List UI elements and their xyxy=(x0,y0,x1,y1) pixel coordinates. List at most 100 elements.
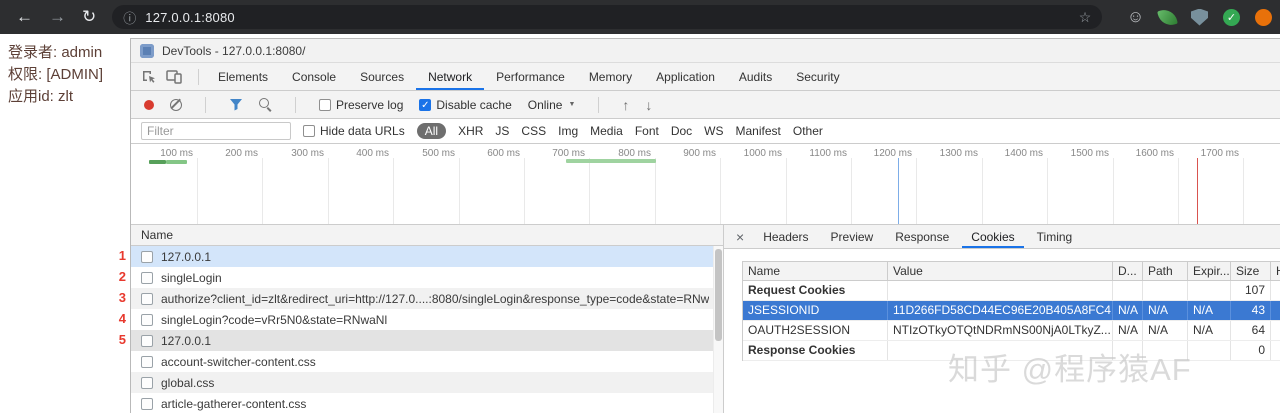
timeline-gridline xyxy=(720,158,721,224)
preserve-log-checkbox[interactable]: Preserve log xyxy=(319,98,403,112)
filter-pill-doc[interactable]: Doc xyxy=(671,124,692,138)
divider xyxy=(295,96,296,113)
filter-pill-media[interactable]: Media xyxy=(590,124,623,138)
inspect-element-icon[interactable] xyxy=(141,63,157,90)
reload-icon[interactable]: ↻ xyxy=(82,7,96,27)
network-filter-bar: Hide data URLs All XHR JS CSS Img Media … xyxy=(131,119,1280,144)
checkbox-unchecked[interactable] xyxy=(319,98,331,111)
checkbox-checked[interactable]: ✓ xyxy=(419,98,432,111)
timeline-gridline xyxy=(851,158,852,224)
devtools-window-title: DevTools - 127.0.0.1:8080/ xyxy=(162,43,306,58)
col-path[interactable]: Path xyxy=(1143,262,1188,280)
timeline-gridline xyxy=(393,158,394,224)
extension-check-icon[interactable]: ✓ xyxy=(1223,8,1240,26)
record-button[interactable] xyxy=(144,99,154,110)
login-user-text: 登录者: admin xyxy=(8,44,103,61)
request-row-7[interactable]: global.css xyxy=(131,372,723,393)
devtools-tabbar: Elements Console Sources Network Perform… xyxy=(131,63,1280,91)
request-cookies-group-row[interactable]: Request Cookies 107 xyxy=(743,281,1280,301)
filter-pill-ws[interactable]: WS xyxy=(704,124,723,138)
cookie-expires: N/A xyxy=(1188,301,1231,320)
tab-elements[interactable]: Elements xyxy=(206,63,280,90)
tab-application[interactable]: Application xyxy=(644,63,727,90)
filter-pill-font[interactable]: Font xyxy=(635,124,659,138)
address-bar[interactable]: ⓘ 127.0.0.1:8080 ☆ xyxy=(112,5,1103,29)
cookie-row-oauth2session[interactable]: OAUTH2SESSION NTIzOTkyOTQtNDRmNS00NjA0LT… xyxy=(743,321,1280,341)
url-text[interactable]: 127.0.0.1:8080 xyxy=(145,10,235,25)
tab-memory[interactable]: Memory xyxy=(577,63,644,90)
extension-leaf-icon[interactable] xyxy=(1157,6,1178,28)
tab-cookies[interactable]: Cookies xyxy=(962,225,1023,248)
col-size[interactable]: Size xyxy=(1231,262,1271,280)
tab-headers[interactable]: Headers xyxy=(754,225,817,248)
filter-input[interactable] xyxy=(141,122,291,140)
filter-pill-all[interactable]: All xyxy=(416,123,447,139)
disable-cache-checkbox[interactable]: ✓ Disable cache xyxy=(419,98,512,112)
back-icon[interactable]: ← xyxy=(16,7,33,27)
throttling-dropdown[interactable]: Online ▼ xyxy=(528,98,576,112)
request-name: 127.0.0.1 xyxy=(161,333,212,348)
cookie-expires: N/A xyxy=(1188,321,1231,340)
cookie-name: OAUTH2SESSION xyxy=(743,321,888,340)
import-har-icon[interactable]: ↑ xyxy=(622,97,629,113)
col-http[interactable]: H xyxy=(1271,262,1280,280)
tab-network[interactable]: Network xyxy=(416,63,484,90)
request-row-5[interactable]: 127.0.0.1 xyxy=(131,330,723,351)
timeline-gridline xyxy=(459,158,460,224)
name-column-label: Name xyxy=(141,228,174,242)
request-row-3[interactable]: authorize?client_id=zlt&redirect_uri=htt… xyxy=(131,288,723,309)
timeline-label: 600 ms xyxy=(487,148,520,159)
export-har-icon[interactable]: ↓ xyxy=(645,97,652,113)
filter-pill-js[interactable]: JS xyxy=(495,124,509,138)
tab-audits[interactable]: Audits xyxy=(727,63,784,90)
tab-console[interactable]: Console xyxy=(280,63,348,90)
network-overview-timeline[interactable]: 100 ms 200 ms 300 ms 400 ms 500 ms 600 m… xyxy=(131,144,1280,225)
tab-response[interactable]: Response xyxy=(886,225,958,248)
devtools-titlebar[interactable]: DevTools - 127.0.0.1:8080/ xyxy=(131,39,1280,63)
filter-pill-img[interactable]: Img xyxy=(558,124,578,138)
domcontentloaded-line xyxy=(898,158,899,224)
checkbox-unchecked[interactable] xyxy=(303,125,315,137)
filter-pill-xhr[interactable]: XHR xyxy=(458,124,483,138)
filter-pill-css[interactable]: CSS xyxy=(521,124,546,138)
details-tabbar: × Headers Preview Response Cookies Timin… xyxy=(724,225,1280,249)
cookie-domain: N/A xyxy=(1113,301,1143,320)
hide-data-urls-checkbox[interactable]: Hide data URLs xyxy=(303,124,405,138)
page-info-icon[interactable]: ⓘ xyxy=(123,8,136,27)
search-icon[interactable] xyxy=(259,98,272,111)
requests-column-header[interactable]: Name xyxy=(131,225,723,246)
close-details-icon[interactable]: × xyxy=(736,225,744,248)
col-expires[interactable]: Expir... xyxy=(1188,262,1231,280)
device-toolbar-icon[interactable] xyxy=(166,63,182,90)
extension-smiley-icon[interactable]: ☺ xyxy=(1127,7,1144,26)
tab-sources[interactable]: Sources xyxy=(348,63,416,90)
tab-security[interactable]: Security xyxy=(784,63,851,90)
profile-avatar-icon[interactable] xyxy=(1255,8,1272,26)
extension-shield-icon[interactable] xyxy=(1191,8,1208,26)
requests-scrollbar[interactable] xyxy=(713,246,723,413)
col-domain[interactable]: D... xyxy=(1113,262,1143,280)
bookmark-star-icon[interactable]: ☆ xyxy=(1079,9,1092,26)
cookie-row-jsessionid[interactable]: JSESSIONID 11D266FD58CD44EC96E20B405A8FC… xyxy=(743,301,1280,321)
col-name[interactable]: Name xyxy=(743,262,888,280)
tab-performance[interactable]: Performance xyxy=(484,63,577,90)
forward-icon[interactable]: → xyxy=(49,7,66,27)
scrollbar-thumb[interactable] xyxy=(715,249,722,341)
cell-empty xyxy=(1271,341,1280,360)
clear-icon[interactable] xyxy=(170,98,182,111)
request-row-4[interactable]: singleLogin?code=vRr5N0&state=RNwaNl xyxy=(131,309,723,330)
tab-timing[interactable]: Timing xyxy=(1028,225,1082,248)
request-row-2[interactable]: singleLogin xyxy=(131,267,723,288)
divider xyxy=(205,96,206,113)
request-row-1[interactable]: 127.0.0.1 xyxy=(131,246,723,267)
request-row-8[interactable]: article-gatherer-content.css xyxy=(131,393,723,413)
timeline-gridline xyxy=(1243,158,1244,224)
filter-pill-other[interactable]: Other xyxy=(793,124,823,138)
tab-preview[interactable]: Preview xyxy=(822,225,883,248)
col-value[interactable]: Value xyxy=(888,262,1113,280)
timeline-gridline xyxy=(262,158,263,224)
filter-funnel-icon[interactable] xyxy=(229,98,243,111)
request-row-6[interactable]: account-switcher-content.css xyxy=(131,351,723,372)
group-label: Request Cookies xyxy=(743,281,888,300)
filter-pill-manifest[interactable]: Manifest xyxy=(736,124,781,138)
